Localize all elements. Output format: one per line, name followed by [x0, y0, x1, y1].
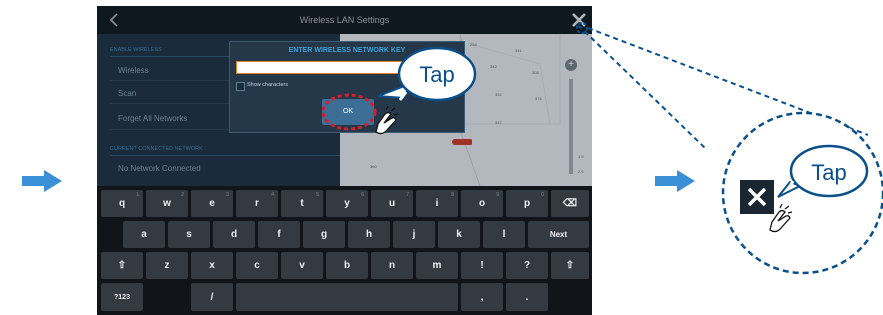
tap-close-label: Tap: [811, 160, 846, 185]
zoom-callout: Tap: [576, 22, 883, 275]
leader-line: [577, 24, 706, 149]
